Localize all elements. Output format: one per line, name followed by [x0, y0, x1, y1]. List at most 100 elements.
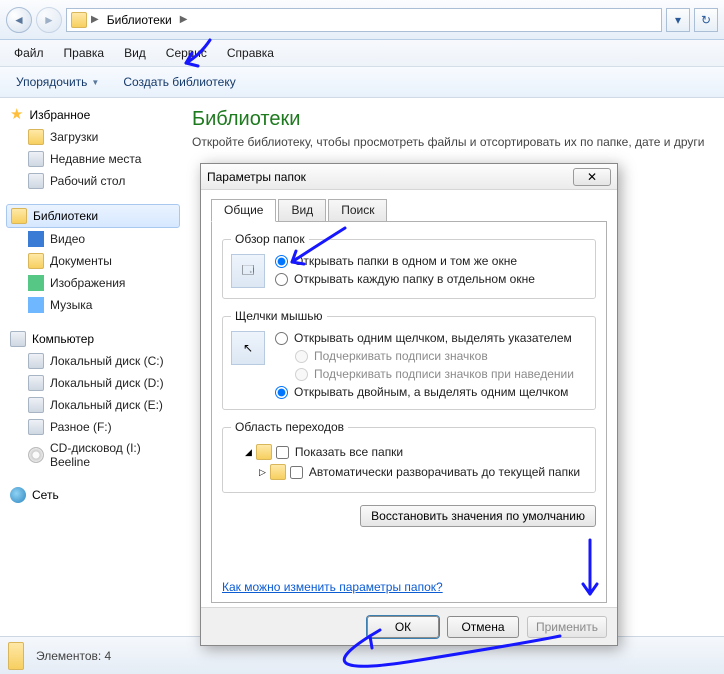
tab-view[interactable]: Вид [278, 199, 326, 222]
radio-same-window[interactable]: Открывать папки в одном и том же окне [275, 254, 535, 268]
sidebar-item-label: Локальный диск (C:) [50, 354, 164, 368]
close-icon: ✕ [587, 170, 597, 184]
ok-button[interactable]: ОК [367, 616, 439, 638]
refresh-button[interactable]: ↻ [694, 8, 718, 32]
radio-underline-always: Подчеркивать подписи значков [275, 349, 574, 363]
group-browse-folders: Обзор папок 🗔 Открывать папки в одном и … [222, 232, 596, 299]
radio-input[interactable] [275, 332, 288, 345]
breadcrumb-root[interactable]: Библиотеки [103, 13, 176, 27]
radio-new-window[interactable]: Открывать каждую папку в отдельном окне [275, 272, 535, 286]
radio-input[interactable] [275, 255, 288, 268]
help-link[interactable]: Как можно изменить параметры папок? [222, 580, 443, 594]
sidebar-item-downloads[interactable]: Загрузки [6, 126, 180, 148]
breadcrumb-sep-icon: ▶ [180, 14, 188, 25]
new-library-button[interactable]: Создать библиотеку [117, 73, 241, 91]
status-item-count: Элементов: 4 [36, 649, 111, 663]
new-library-label: Создать библиотеку [123, 75, 235, 89]
sidebar-group-libraries[interactable]: Библиотеки [6, 204, 180, 228]
menu-help[interactable]: Справка [217, 42, 284, 64]
radio-input [295, 368, 308, 381]
drive-icon [28, 397, 44, 413]
sidebar-item-label: Загрузки [50, 130, 98, 144]
sidebar-item-desktop[interactable]: Рабочий стол [6, 170, 180, 192]
folder-icon [8, 642, 24, 670]
menu-view[interactable]: Вид [114, 42, 156, 64]
tabpane-general: Обзор папок 🗔 Открывать папки в одном и … [211, 222, 607, 603]
organize-button[interactable]: Упорядочить ▼ [10, 73, 105, 91]
menu-tools[interactable]: Сервис [156, 42, 217, 64]
radio-label: Открывать одним щелчком, выделять указат… [294, 331, 572, 345]
cancel-button[interactable]: Отмена [447, 616, 519, 638]
sidebar-group-label: Сеть [32, 488, 59, 502]
sidebar-item-videos[interactable]: Видео [6, 228, 180, 250]
address-bar[interactable]: ▶ Библиотеки ▶ [66, 8, 662, 32]
radio-input [295, 350, 308, 363]
restore-defaults-button[interactable]: Восстановить значения по умолчанию [360, 505, 596, 527]
sidebar-item-documents[interactable]: Документы [6, 250, 180, 272]
sidebar-item-label: Локальный диск (E:) [50, 398, 163, 412]
radio-label: Подчеркивать подписи значков [314, 349, 488, 363]
checkbox-input[interactable] [290, 466, 303, 479]
sidebar-item-label: Недавние места [50, 152, 141, 166]
close-button[interactable]: ✕ [573, 168, 611, 186]
sidebar-group-computer[interactable]: Компьютер [6, 328, 180, 350]
documents-icon [28, 253, 44, 269]
sidebar-item-label: Изображения [50, 276, 125, 290]
folder-icon [270, 464, 286, 480]
group-navigation-pane: Область переходов ◢ Показать все папки ▷… [222, 420, 596, 493]
menu-edit[interactable]: Правка [54, 42, 115, 64]
check-label: Показать все папки [295, 445, 403, 459]
sidebar-item-pictures[interactable]: Изображения [6, 272, 180, 294]
tab-search[interactable]: Поиск [328, 199, 387, 222]
navpane-tree-root[interactable]: ◢ Показать все папки [231, 442, 587, 462]
nav-forward-button[interactable]: ► [36, 7, 62, 33]
sidebar-item-drive-f[interactable]: Разное (F:) [6, 416, 180, 438]
sidebar-group-favorites[interactable]: ★ Избранное [6, 104, 180, 126]
sidebar-item-label: CD-дисковод (I:) Beeline [50, 441, 176, 469]
network-icon [10, 487, 26, 503]
tab-general[interactable]: Общие [211, 199, 276, 222]
sidebar-item-label: Разное (F:) [50, 420, 112, 434]
checkbox-input[interactable] [276, 446, 289, 459]
libraries-icon [11, 208, 27, 224]
radio-label: Открывать двойным, а выделять одним щелч… [294, 385, 568, 399]
dialog-footer: ОК Отмена Применить [201, 607, 617, 645]
command-bar: Упорядочить ▼ Создать библиотеку [0, 67, 724, 98]
menubar: Файл Правка Вид Сервис Справка [0, 40, 724, 67]
sidebar-group-network[interactable]: Сеть [6, 484, 180, 506]
sidebar-group-label: Библиотеки [33, 209, 98, 223]
sidebar-item-drive-e[interactable]: Локальный диск (E:) [6, 394, 180, 416]
radio-single-click[interactable]: Открывать одним щелчком, выделять указат… [275, 331, 574, 345]
menu-file[interactable]: Файл [4, 42, 54, 64]
sidebar-item-label: Локальный диск (D:) [50, 376, 164, 390]
sidebar-item-label: Рабочий стол [50, 174, 125, 188]
folder-options-dialog: Параметры папок ✕ Общие Вид Поиск Обзор … [200, 163, 618, 646]
sidebar-item-recent[interactable]: Недавние места [6, 148, 180, 170]
address-dropdown-button[interactable]: ▾ [666, 8, 690, 32]
organize-label: Упорядочить [16, 75, 87, 89]
drive-icon [28, 353, 44, 369]
radio-label: Открывать каждую папку в отдельном окне [294, 272, 535, 286]
dialog-titlebar[interactable]: Параметры папок ✕ [201, 164, 617, 190]
browse-same-window-icon: 🗔 [231, 254, 265, 288]
sidebar-item-cd[interactable]: CD-дисковод (I:) Beeline [6, 438, 180, 472]
radio-double-click[interactable]: Открывать двойным, а выделять одним щелч… [275, 385, 574, 399]
drive-icon [28, 419, 44, 435]
navpane-tree-child[interactable]: ▷ Автоматически разворачивать до текущей… [231, 462, 587, 482]
nav-back-button[interactable]: ◄ [6, 7, 32, 33]
sidebar-item-label: Видео [50, 232, 85, 246]
radio-input[interactable] [275, 386, 288, 399]
sidebar-item-drive-d[interactable]: Локальный диск (D:) [6, 372, 180, 394]
check-show-all-folders[interactable]: Показать все папки [276, 445, 403, 459]
titlebar-area: ◄ ► ▶ Библиотеки ▶ ▾ ↻ [0, 0, 724, 40]
tree-expand-icon[interactable]: ▷ [259, 467, 266, 478]
cd-icon [28, 447, 44, 463]
sidebar-item-drive-c[interactable]: Локальный диск (C:) [6, 350, 180, 372]
radio-input[interactable] [275, 273, 288, 286]
computer-icon [10, 331, 26, 347]
group-legend: Щелчки мышью [231, 309, 327, 323]
tree-collapse-icon[interactable]: ◢ [245, 447, 252, 458]
sidebar-item-music[interactable]: Музыка [6, 294, 180, 316]
apply-button: Применить [527, 616, 607, 638]
check-auto-expand[interactable]: Автоматически разворачивать до текущей п… [290, 465, 580, 479]
